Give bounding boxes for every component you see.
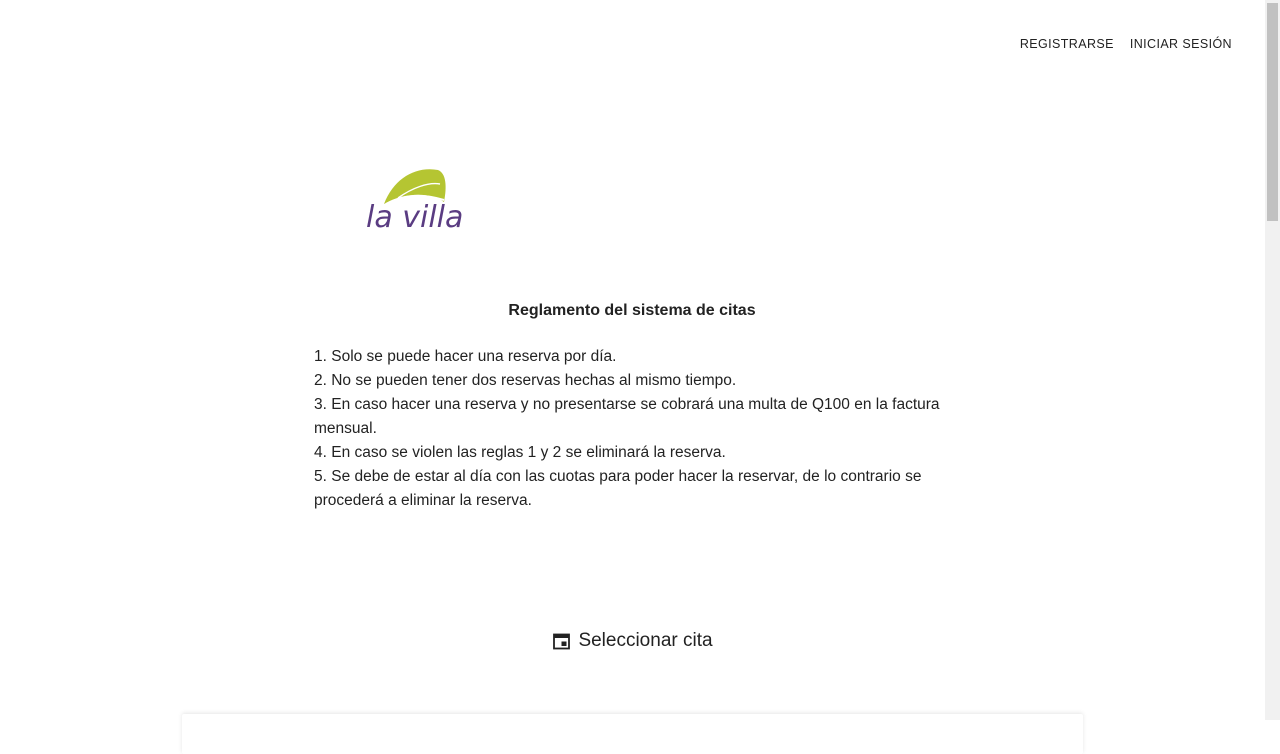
rules-list: 1. Solo se puede hacer una reserva por d…: [314, 345, 950, 513]
register-link[interactable]: REGISTRARSE: [1020, 36, 1114, 52]
rule-item: 4. En caso se violen las reglas 1 y 2 se…: [314, 444, 726, 461]
la-villa-logo: la villa: [364, 164, 468, 236]
rules-title: Reglamento del sistema de citas: [508, 302, 756, 319]
top-navigation: REGISTRARSE INICIAR SESIÓN: [1020, 36, 1232, 52]
select-appointment-label: Seleccionar cita: [578, 630, 713, 651]
rule-item: 3. En caso hacer una reserva y no presen…: [314, 396, 940, 437]
rule-item: 5. Se debe de estar al día con las cuota…: [314, 468, 922, 509]
rule-item: 2. No se pueden tener dos reservas hecha…: [314, 372, 737, 389]
rule-item: 1. Solo se puede hacer una reserva por d…: [314, 348, 617, 365]
calendar-icon: [553, 633, 571, 650]
page-scrollbar[interactable]: [1265, 0, 1280, 720]
scrollbar-thumb[interactable]: [1267, 3, 1278, 221]
select-appointment-heading: Seleccionar cita: [0, 628, 1266, 654]
appointment-card: [182, 714, 1083, 754]
logo-text: la villa: [366, 200, 463, 235]
login-link[interactable]: INICIAR SESIÓN: [1130, 36, 1232, 52]
